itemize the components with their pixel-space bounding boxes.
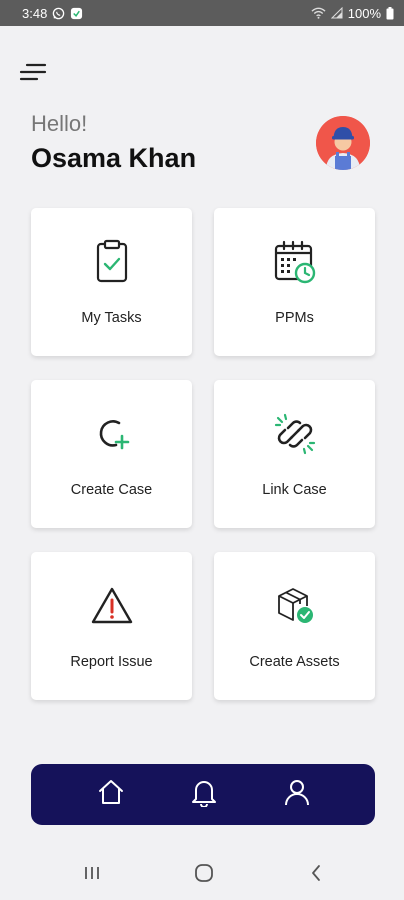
bottom-navigation (31, 764, 375, 825)
tile-report-issue[interactable]: Report Issue (31, 552, 192, 700)
tile-label: Link Case (262, 482, 327, 498)
avatar[interactable] (316, 116, 370, 170)
bell-icon (190, 777, 218, 812)
status-bar: 3:48 100% (0, 0, 404, 26)
app-notification-icon (70, 7, 83, 20)
link-icon (271, 410, 319, 458)
home-circle-icon (193, 862, 215, 889)
tile-label: Create Assets (249, 654, 340, 670)
clipboard-check-icon (88, 238, 136, 286)
status-time: 3:48 (22, 5, 48, 21)
recents-button[interactable] (80, 863, 104, 887)
user-icon (283, 778, 311, 811)
wifi-icon (311, 7, 326, 19)
signal-icon (330, 7, 343, 19)
back-icon (309, 863, 323, 888)
menu-button[interactable] (18, 63, 48, 85)
worker-avatar (316, 116, 370, 170)
status-right: 100% (311, 6, 394, 21)
tile-create-case[interactable]: Create Case (31, 380, 192, 528)
hamburger-menu-icon (19, 62, 47, 87)
tile-label: PPMs (275, 310, 314, 326)
system-home-button[interactable] (192, 863, 216, 887)
status-left: 3:48 (22, 6, 83, 21)
nav-profile-button[interactable] (281, 779, 313, 811)
greeting-text: Hello! (31, 111, 88, 136)
tile-label: Report Issue (70, 654, 153, 670)
whatsapp-icon (52, 7, 65, 20)
battery-icon (386, 6, 394, 20)
nav-home-button[interactable] (95, 779, 127, 811)
tile-label: Create Case (70, 482, 153, 498)
calendar-clock-icon (271, 238, 319, 286)
create-case-icon (88, 410, 136, 458)
tile-ppms[interactable]: PPMs (214, 208, 375, 356)
recents-icon (82, 864, 102, 887)
system-navigation-bar (0, 850, 404, 900)
warning-icon (88, 582, 136, 630)
box-check-icon (271, 582, 319, 630)
tile-link-case[interactable]: Link Case (214, 380, 375, 528)
nav-notifications-button[interactable] (188, 779, 220, 811)
system-back-button[interactable] (304, 863, 328, 887)
tile-label: My Tasks (81, 310, 142, 326)
user-name: Osama Khan (31, 143, 197, 173)
tile-create-assets[interactable]: Create Assets (214, 552, 375, 700)
home-icon (97, 778, 125, 811)
tile-my-tasks[interactable]: My Tasks (31, 208, 192, 356)
battery-percentage: 100% (347, 5, 381, 21)
